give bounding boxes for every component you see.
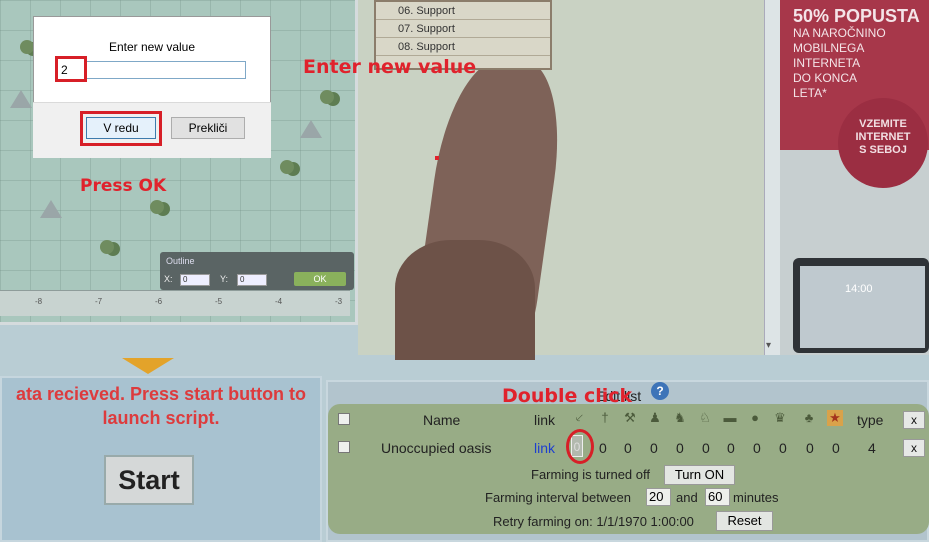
map-rock (10, 90, 32, 108)
ad-line: MOBILNEGA (793, 41, 865, 55)
horse2-icon: ♘ (699, 410, 711, 425)
outline-ok-button[interactable]: OK (294, 272, 346, 286)
horse-icon: ♞ (674, 410, 686, 425)
vertical-scrollbar[interactable] (764, 0, 780, 355)
map-rock (40, 200, 62, 218)
ad-line: LETA* (793, 86, 827, 100)
ad-line: DO KONCA (793, 71, 858, 85)
spear-icon: ⸔ (574, 410, 584, 425)
outline-panel: Outline X: 0 Y: 0 OK (160, 252, 354, 290)
map-tree (150, 200, 164, 214)
marker-dot (435, 156, 439, 160)
unit-count[interactable]: 0 (624, 440, 632, 456)
double-click-highlight (566, 429, 594, 464)
start-button[interactable]: Start (104, 455, 194, 505)
outline-label: Outline (166, 256, 195, 266)
ad-badge: VZEMITE INTERNET S SEBOJ (838, 98, 928, 188)
support-item[interactable]: 07. Support (376, 20, 550, 38)
collapse-arrow-icon[interactable] (122, 358, 174, 374)
unit-count[interactable]: 0 (806, 440, 814, 456)
tablet-clock: 14:00 (845, 283, 873, 295)
ad-text: 50% POPUSTA NA NAROČNINO MOBILNEGA INTER… (793, 6, 929, 101)
sword-icon: † (601, 410, 609, 425)
column-link: link (534, 412, 556, 428)
annotation-enter-value: Enter new value (303, 56, 477, 78)
reset-button[interactable]: Reset (716, 511, 773, 531)
scroll-down-icon[interactable]: ▾ (766, 340, 771, 351)
row-link[interactable]: link (534, 440, 555, 456)
ruler-tick: -5 (215, 297, 223, 306)
map-tree (280, 160, 294, 174)
x-coordinate-input[interactable]: 0 (180, 274, 210, 286)
ad-line: NA NAROČNINO (793, 26, 886, 40)
ad-badge-line: S SEBOJ (859, 144, 907, 156)
column-name: Name (423, 412, 461, 428)
interval-unit: minutes (733, 490, 779, 505)
status-message: ata recieved. Press start button to laun… (15, 384, 307, 428)
unit-count[interactable]: 0 (702, 440, 710, 456)
interval-and: and (676, 490, 698, 505)
cancel-button[interactable]: Prekliči (171, 117, 245, 139)
unit-count[interactable]: 0 (599, 440, 607, 456)
interval-label: Farming interval between (485, 490, 631, 505)
tree-roots (395, 240, 535, 360)
dialog-title: Enter new value (108, 40, 196, 54)
ruler-tick: -6 (155, 297, 163, 306)
remove-row-button[interactable]: x (903, 439, 925, 457)
map-rock (300, 120, 322, 138)
ruler-tick: -7 (95, 297, 103, 306)
ruler-tick: -8 (35, 297, 43, 306)
column-type: type (857, 412, 884, 428)
star-icon: ★ (827, 410, 843, 426)
unit-count[interactable]: 0 (753, 440, 761, 456)
boot-icon: ♟ (649, 410, 661, 425)
turn-on-button[interactable]: Turn ON (664, 465, 735, 485)
map-tree (100, 240, 114, 254)
axe-icon: ⚒ (624, 410, 636, 425)
row-checkbox[interactable] (338, 441, 350, 453)
annotation-press-ok: Press OK (80, 176, 167, 196)
x-label: X: (164, 274, 173, 284)
select-all-checkbox[interactable] (338, 413, 350, 425)
y-coordinate-input[interactable]: 0 (237, 274, 267, 286)
ruler-tick: -3 (335, 297, 343, 306)
ram-icon: ▬ (723, 410, 737, 425)
value-input-highlight[interactable]: 2 (55, 56, 87, 82)
row-type: 4 (868, 440, 876, 456)
unit-count[interactable]: 0 (779, 440, 787, 456)
map-ruler: -8 -7 -6 -5 -4 -3 (0, 290, 350, 316)
unit-count[interactable]: 0 (676, 440, 684, 456)
chief-icon: ♛ (774, 410, 786, 425)
interval-max-input[interactable]: 60 (705, 488, 730, 506)
retry-label: Retry farming on: 1/1/1970 1:00:00 (493, 514, 694, 529)
value-input[interactable] (85, 61, 246, 79)
y-label: Y: (220, 274, 229, 284)
tablet-screen (800, 266, 925, 348)
catapult-icon: ● (751, 410, 759, 425)
map-tree (20, 40, 34, 54)
map-tree (320, 90, 334, 104)
unit-count[interactable]: 0 (650, 440, 658, 456)
clear-header-button[interactable]: x (903, 411, 925, 429)
settler-icon: ♣ (804, 410, 814, 425)
ruler-tick: -4 (275, 297, 283, 306)
support-item[interactable]: 06. Support (376, 2, 550, 20)
row-name: Unoccupied oasis (381, 440, 492, 456)
help-icon[interactable]: ? (651, 382, 669, 400)
ok-button[interactable]: V redu (86, 117, 156, 139)
unit-count[interactable]: 0 (727, 440, 735, 456)
interval-min-input[interactable]: 20 (646, 488, 671, 506)
unit-count[interactable]: 0 (832, 440, 840, 456)
farming-status: Farming is turned off (531, 467, 650, 482)
ad-badge-line: INTERNET (855, 131, 911, 143)
ad-headline: 50% POPUSTA (793, 6, 920, 26)
ad-line: INTERNETA (793, 56, 861, 70)
support-item[interactable]: 08. Support (376, 38, 550, 56)
ad-badge-line: VZEMITE (859, 118, 907, 130)
annotation-double-click: Double click (502, 385, 633, 407)
